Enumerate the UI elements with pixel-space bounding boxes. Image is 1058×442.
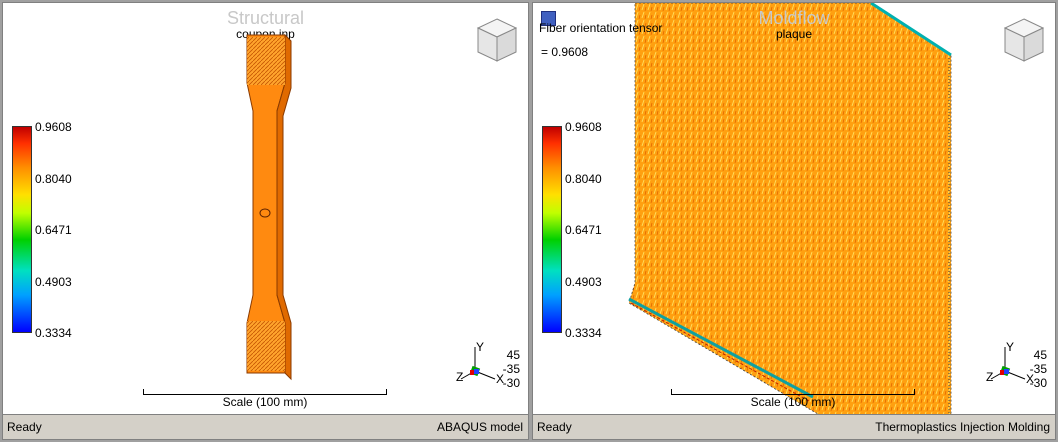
legend-label-max: 0.9608: [35, 120, 72, 134]
status-model-type: Thermoplastics Injection Molding: [875, 420, 1050, 434]
plaque-part[interactable]: [623, 3, 963, 417]
angle-value: -35: [1029, 362, 1047, 376]
view-angles: 45 -35 -30: [498, 348, 520, 390]
result-value: = 0.9608: [541, 45, 589, 59]
scale-label: Scale (100 mm): [222, 395, 308, 409]
axis-y-label: Y: [476, 340, 485, 354]
moldflow-viewport[interactable]: Moldflow plaque Fiber orientation tensor…: [532, 2, 1056, 440]
legend-label-min: 0.3334: [35, 326, 72, 340]
status-model-type: ABAQUS model: [436, 420, 523, 434]
status-bar: Ready Thermoplastics Injection Molding: [533, 414, 1055, 439]
angle-value: -35: [502, 362, 520, 376]
status-bar: Ready ABAQUS model: [3, 414, 528, 439]
legend-label-min: 0.3334: [565, 326, 602, 340]
legend-label: 0.6471: [565, 223, 602, 237]
viewport-watermark: Structural: [226, 8, 305, 28]
legend-label-max: 0.9608: [565, 120, 602, 134]
legend-label: 0.4903: [35, 275, 72, 289]
legend-label: 0.4903: [565, 275, 602, 289]
result-name: Fiber orientation tensor: [539, 21, 663, 35]
angle-value: -30: [502, 376, 520, 390]
angle-value: 45: [1033, 348, 1047, 362]
axis-z-label: Z: [986, 370, 994, 384]
view-angles: 45 -35 -30: [1025, 348, 1047, 390]
legend-label: 0.8040: [35, 172, 72, 186]
angle-value: -30: [1029, 376, 1047, 390]
axis-y-label: Y: [1006, 340, 1015, 354]
legend-label: 0.8040: [565, 172, 602, 186]
view-cube-icon[interactable]: [474, 15, 520, 65]
structural-viewport[interactable]: Structural coupon.inp 0.9608 0.8040 0.64…: [2, 2, 529, 440]
scale-label: Scale (100 mm): [750, 395, 836, 409]
axis-z-label: Z: [456, 370, 464, 384]
status-text: Ready: [537, 420, 572, 434]
legend-label: 0.6471: [35, 223, 72, 237]
color-legend-bar: [12, 126, 32, 333]
status-text: Ready: [7, 420, 42, 434]
view-cube-icon[interactable]: [1001, 15, 1047, 65]
coupon-part[interactable]: [233, 33, 303, 388]
color-legend-bar: [542, 126, 562, 333]
angle-value: 45: [506, 348, 520, 362]
